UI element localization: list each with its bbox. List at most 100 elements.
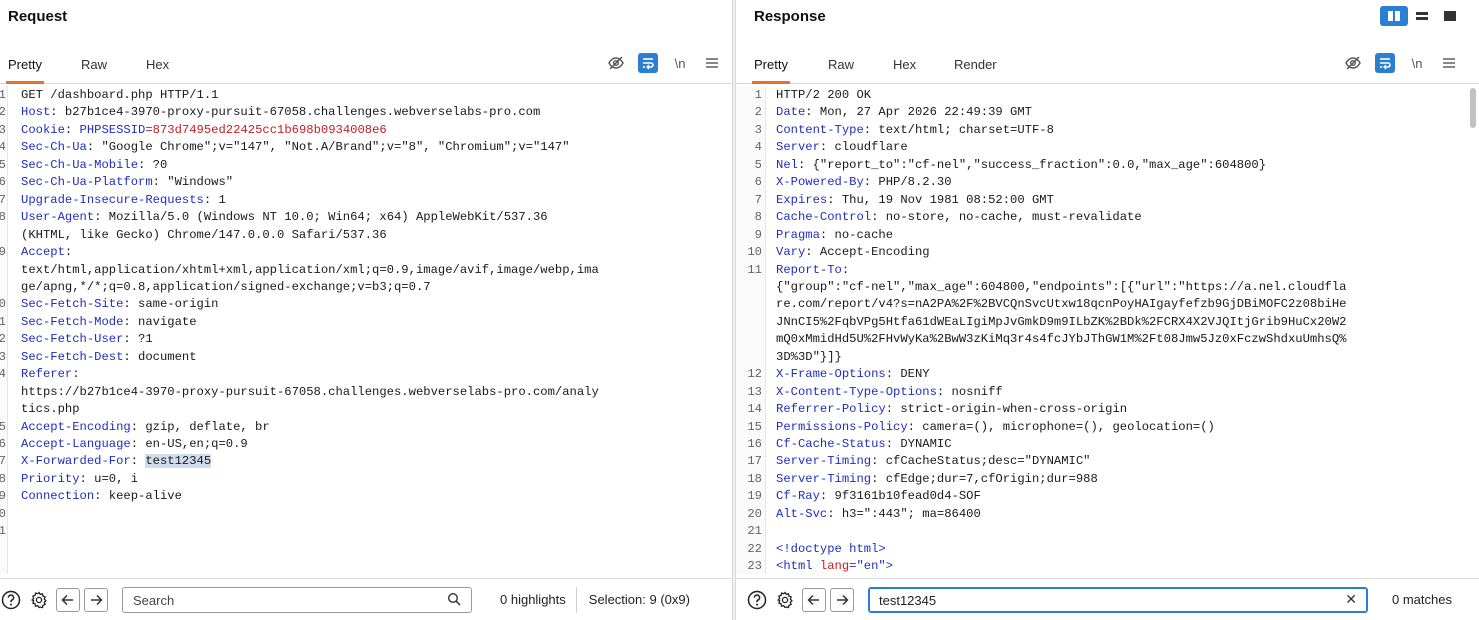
line-number: 12 [0,332,6,347]
tab-hex[interactable]: Hex [893,54,916,84]
code-token: Referrer-Policy [776,402,886,417]
line-number: 7 [754,192,762,207]
code-line: 9 Accept: [0,244,732,261]
line-number: 4 [0,140,6,155]
line-number: 8 [754,210,762,225]
code-token: : camera=(), microphone=(), geolocation=… [907,419,1215,434]
code-text: Referrer-Policy: strict-origin-when-cros… [776,401,1127,418]
code-text: X-Powered-By: PHP/8.2.30 [776,174,952,191]
code-line: re.com/report/v4?s=nA2PA%2F%2BVCQnSvcUtx… [736,296,1479,313]
clear-search-icon[interactable]: ✕ [1345,591,1357,608]
tab-pretty[interactable]: Pretty [6,54,44,84]
code-text: tics.php [21,401,80,418]
code-line: JNnCI5%2FqbVPg5Htfa61dWEaLIgiMpJvGmkD9m9… [736,314,1479,331]
layout-horizontal-icon[interactable] [1408,6,1436,26]
gear-icon[interactable] [774,589,796,611]
code-text: Host: b27b1ce4-3970-proxy-pursuit-67058.… [21,104,540,121]
code-line: text/html,application/xhtml+xml,applicat… [0,262,732,279]
code-line: 6 Sec-Ch-Ua-Platform: "Windows" [0,174,732,191]
code-text: Cf-Ray: 9f3161b10fead0d4-SOF [776,488,981,505]
code-token: Sec-Ch-Ua-Mobile [21,157,139,172]
code-token: : [130,454,146,469]
response-scrollbar[interactable] [1469,88,1477,572]
code-text: text/html,application/xhtml+xml,applicat… [21,262,599,279]
tab-raw[interactable]: Raw [81,54,107,84]
menu-icon[interactable] [1439,53,1459,73]
menu-icon[interactable] [702,53,722,73]
code-text: Accept-Language: en-US,en;q=0.9 [21,436,248,453]
line-number: 21 [747,524,762,539]
code-line: 19 Connection: keep-alive [0,488,732,505]
code-token: Expires [776,192,828,207]
code-line: 11 Report-To: [736,262,1479,279]
line-number: 11 [0,314,6,329]
code-token: : Mozilla/5.0 (Windows NT 10.0; Win64; x… [94,210,548,225]
search-icon[interactable] [447,592,461,609]
line-number: 2 [754,105,762,120]
code-token: https://b27b1ce4-3970-proxy-pursuit-6705… [21,384,599,399]
line-number: 1 [0,88,6,102]
code-line: 3D%3D"}]} [736,349,1479,366]
previous-match-button[interactable] [802,587,826,612]
eye-off-icon[interactable] [606,53,626,73]
code-token: X-Frame-Options [776,367,886,382]
code-token: Accept [21,245,65,260]
scrollbar-thumb[interactable] [1470,88,1476,128]
code-token: : ?1 [123,332,153,347]
code-text: Referer: [21,366,80,383]
code-token: text/html,application/xhtml+xml,applicat… [21,262,599,277]
request-editor[interactable]: 1 GET /dashboard.php HTTP/1.1 2 Host: b27b1… [0,86,732,574]
code-token: Cookie [21,122,65,137]
newline-icon[interactable]: \n [1407,53,1427,73]
code-token: Report-To [776,262,842,277]
previous-match-button[interactable] [56,587,80,612]
tab-raw[interactable]: Raw [828,54,854,84]
gear-icon[interactable] [28,589,50,611]
tab-hex[interactable]: Hex [146,54,169,84]
layout-single-icon[interactable] [1436,6,1464,26]
line-number: 15 [0,419,6,434]
code-line: 18 Priority: u=0, i [0,471,732,488]
layout-split-icon[interactable] [1380,6,1408,26]
code-line: https://b27b1ce4-3970-proxy-pursuit-6705… [0,384,732,401]
code-token: : strict-origin-when-cross-origin [885,402,1128,417]
code-token: Alt-Svc [776,506,828,521]
code-token: Host [21,105,51,120]
code-token: ="en"> [849,559,894,574]
next-match-button[interactable] [830,587,854,612]
tab-pretty[interactable]: Pretty [752,54,790,84]
response-editor[interactable]: 1 HTTP/2 200 OK 2 Date: Mon, 27 Apr 2026 22… [736,86,1479,574]
wrap-icon[interactable] [1375,53,1395,73]
highlights-count: 0 highlights [500,592,566,607]
next-match-button[interactable] [84,587,108,612]
code-text: <!doctype html> [776,541,886,558]
request-editor-toolbar: \n [606,52,722,74]
tab-render[interactable]: Render [954,54,997,84]
code-token: : u=0, i [79,471,139,486]
request-search-box[interactable] [122,586,472,613]
code-token: {"group":"cf-nel","max_age":604800,"endp… [776,279,1347,294]
code-token: Accept-Language [21,437,131,451]
search-input[interactable] [879,591,1319,610]
code-token: Accept-Encoding [21,419,131,434]
code-text: https://b27b1ce4-3970-proxy-pursuit-6705… [21,384,599,401]
code-line: 12 Sec-Fetch-User: ?1 [0,331,732,348]
line-number: 10 [0,297,6,312]
code-token: Referer [21,367,73,382]
code-token: GET /dashboard.php HTTP/1.1 [21,88,219,102]
newline-icon[interactable]: \n [670,53,690,73]
code-text: Permissions-Policy: camera=(), microphon… [776,419,1215,436]
code-token: : {"report_to":"cf-nel","success_fractio… [797,157,1267,172]
wrap-icon[interactable] [638,53,658,73]
code-token: : Mon, 27 Apr 2026 22:49:39 GMT [805,105,1032,120]
line-number: 14 [0,367,6,382]
line-number: 6 [754,175,762,190]
code-token: : "Google Chrome";v="147", "Not.A/Brand"… [86,140,570,155]
code-line: 4 Server: cloudflare [736,139,1479,156]
line-number: 20 [747,506,762,521]
search-input[interactable] [133,591,433,610]
response-search-box[interactable]: ✕ [868,586,1368,613]
help-icon[interactable] [746,589,768,611]
help-icon[interactable] [0,589,22,611]
eye-off-icon[interactable] [1343,53,1363,73]
